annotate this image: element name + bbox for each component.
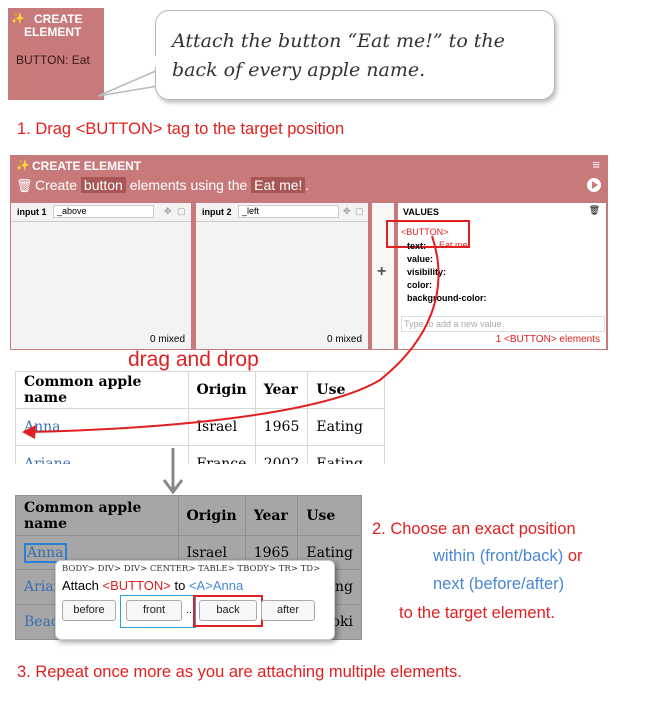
prop-value: value: — [407, 254, 434, 264]
table-cell: 1965 — [254, 408, 309, 446]
step-2-line-4: to the target element. — [399, 604, 555, 622]
prop-visibility: visibility: — [407, 267, 447, 277]
step-2-line-1: 2. Choose an exact position — [372, 520, 576, 538]
panel-title: CREATE ELEMENT — [32, 159, 142, 173]
input1-field[interactable]: _above — [53, 205, 154, 218]
move-icon[interactable]: ✥ — [164, 206, 172, 217]
panel-subtitle: Create button elements using the Eat me!… — [35, 177, 309, 193]
input1-footer: 0 mixed — [149, 334, 185, 345]
col-header: Common apple name — [15, 495, 179, 536]
apple-table-1: Common apple name Origin Year Use Anna I… — [15, 371, 385, 464]
col-header: Use — [297, 495, 362, 536]
attach-text: Attach <BUTTON> to <A>Anna — [62, 578, 243, 593]
table-cell: France — [187, 445, 256, 464]
table-cell: Israel — [187, 408, 256, 446]
col-header: Common apple name — [15, 371, 189, 409]
trash-icon[interactable]: ▢ — [177, 206, 186, 217]
step-2-line-2: within (front/back) or — [433, 547, 582, 566]
wand-icon: ✨ — [16, 160, 30, 172]
subtitle-tag[interactable]: button — [80, 177, 126, 193]
prop-background-color: background-color: — [407, 293, 487, 303]
add-column-button[interactable]: + — [377, 263, 386, 281]
step-2-line-3: next (before/after) — [433, 575, 565, 593]
input1-label: input 1 — [17, 207, 47, 217]
input-column-1[interactable]: input 1 _above ✥ ▢ 0 mixed — [11, 203, 191, 349]
input2-label: input 2 — [202, 207, 232, 217]
text-value[interactable]: Eat me! — [439, 240, 470, 250]
mini-card-title-2: ELEMENT — [24, 25, 82, 39]
bubble-text: Attach the button “Eat me!” to the back … — [172, 30, 505, 81]
button-tag[interactable]: <BUTTON> — [401, 227, 448, 237]
new-value-input[interactable]: Type to add a new value. — [401, 316, 605, 332]
dom-path: BODY> DIV> DIV> CENTER> TABLE> TBODY> TR… — [62, 564, 321, 574]
table-row: Ariane France 2002 Eating — [15, 445, 385, 464]
step-2-or: or — [567, 547, 583, 565]
input2-footer: 0 mixed — [326, 334, 362, 345]
front-button[interactable]: front — [126, 600, 182, 621]
subtitle-value[interactable]: Eat me! — [251, 177, 306, 193]
col-header: Year — [254, 371, 309, 409]
after-button[interactable]: after — [261, 600, 315, 621]
values-column: VALUES 🗑︎ <BUTTON> text: value: visibili… — [386, 203, 606, 349]
attach-target: <A>Anna — [188, 578, 244, 593]
input-column-2[interactable]: input 2 _left ✥ ▢ 0 mixed — [196, 203, 368, 349]
menu-icon[interactable]: ≡ — [592, 157, 600, 172]
prop-color: color: — [407, 280, 433, 290]
col-header: Use — [307, 371, 385, 409]
down-arrow-icon — [162, 448, 184, 495]
step-1-instruction: 1. Drag <BUTTON> tag to the target posit… — [17, 120, 345, 138]
col-header: Origin — [177, 495, 246, 536]
table-cell: Eating — [307, 445, 385, 464]
col-header: Origin — [187, 371, 256, 409]
subtitle-mid: elements using the — [129, 177, 248, 193]
mini-card-button-label: BUTTON: Eat — [16, 53, 90, 67]
speech-bubble: Attach the button “Eat me!” to the back … — [155, 10, 555, 100]
move-icon[interactable]: ✥ — [343, 206, 351, 217]
attach-tag: <BUTTON> — [102, 578, 171, 593]
step-3-instruction: 3. Repeat once more as you are attaching… — [17, 663, 462, 681]
trash-icon[interactable]: ▢ — [355, 206, 364, 217]
subtitle-end: . — [305, 177, 310, 193]
step-2-within: within (front/back) — [433, 547, 564, 565]
before-button[interactable]: before — [62, 600, 116, 621]
element-count: 1 <BUTTON> elements — [495, 334, 600, 345]
back-highlight — [193, 595, 263, 627]
trash-icon[interactable]: 🗑︎ — [16, 178, 33, 194]
table-cell: 2002 — [254, 445, 309, 464]
input2-field[interactable]: _left — [238, 205, 339, 218]
wand-icon: ✨ — [11, 13, 25, 25]
attach-popup: BODY> DIV> DIV> CENTER> TABLE> TBODY> TR… — [55, 560, 335, 640]
create-element-panel: ✨ CREATE ELEMENT ≡ 🗑︎ Create button elem… — [10, 155, 608, 350]
values-title: VALUES — [403, 207, 439, 217]
play-icon[interactable] — [587, 178, 601, 192]
apple-link[interactable]: Anna — [15, 408, 189, 446]
subtitle-prefix: Create — [35, 177, 78, 193]
trash-icon[interactable]: 🗑︎ — [589, 205, 600, 216]
table-row: Anna Israel 1965 Eating — [15, 408, 385, 446]
attach-prefix: Attach — [62, 578, 99, 593]
col-header: Year — [244, 495, 299, 536]
table-cell: Eating — [307, 408, 385, 446]
attach-mid: to — [174, 578, 186, 593]
drag-and-drop-label: drag and drop — [128, 348, 259, 371]
